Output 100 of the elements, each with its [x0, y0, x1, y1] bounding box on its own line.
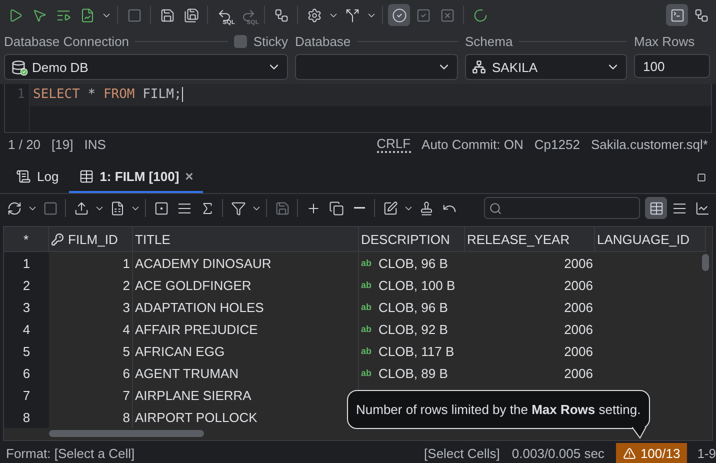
cell-text: CLOB, 92 B: [378, 322, 448, 336]
table-cell: AFFAIR PREJUDICE: [133, 318, 359, 340]
save-icon: [274, 200, 290, 216]
cursor-offset: [19]: [52, 136, 74, 152]
tooltip-pointer: [632, 427, 648, 439]
column-title: FILM_ID: [68, 232, 118, 246]
warning-icon: [623, 446, 636, 460]
diagram-icon: [274, 8, 288, 22]
branch-icon: [344, 8, 360, 22]
rollback-icon: [440, 8, 454, 22]
scrollbar-thumb[interactable]: [702, 254, 709, 271]
commit-icon: [416, 8, 430, 22]
save-all-icon: [184, 8, 198, 22]
copy-icon: [328, 200, 344, 216]
script-run-icon: [56, 8, 70, 22]
table-cell: AFRICAN EGG: [133, 340, 359, 362]
row-number: 8: [4, 406, 49, 428]
plan-run-icon: [80, 8, 94, 22]
scroll-icon: [16, 168, 31, 184]
row-number: 7: [4, 384, 49, 406]
table-cell: AGENT TRUMAN: [133, 362, 359, 384]
table-cell: ADAPTATION HOLES: [133, 296, 359, 318]
insert-mode: INS: [84, 136, 106, 152]
run-icon: [8, 8, 22, 22]
maximize-icon[interactable]: [697, 172, 706, 182]
table-cell: ACE GOLDFINGER: [133, 274, 359, 296]
settings-icon: [306, 8, 322, 22]
terminal-button[interactable]: [666, 4, 688, 26]
row-number: 1: [4, 252, 49, 274]
terminal-icon: [670, 8, 684, 22]
line-ending[interactable]: CRLF: [376, 136, 411, 152]
column-header[interactable]: *: [4, 227, 49, 252]
type-label: ab: [361, 280, 372, 290]
row-limit-warning[interactable]: 100/13: [616, 443, 688, 463]
text-icon: [176, 200, 192, 216]
stop-icon: [42, 200, 58, 216]
result-tab[interactable]: Log: [6, 161, 69, 193]
schema-icon: [472, 60, 486, 74]
stamp-icon: [418, 200, 434, 216]
diagram-icon: [694, 8, 708, 22]
type-label: ab: [361, 368, 372, 378]
type-label: ab: [361, 302, 372, 312]
ring-icon: [472, 8, 488, 22]
grid-icon: [78, 168, 94, 184]
type-label: ab: [361, 258, 372, 268]
schema-dropdown[interactable]: SAKILA: [465, 54, 627, 80]
cell-text: CLOB, 96 B: [378, 300, 448, 314]
row-range: 1-9: [697, 446, 716, 460]
type-label: ab: [361, 346, 372, 356]
auto-commit-icon: [392, 8, 406, 22]
field-label: Schema: [465, 34, 513, 48]
max-rows-field[interactable]: 100: [634, 54, 710, 78]
auto-commit-button[interactable]: [388, 4, 410, 26]
grid-view-button[interactable]: [645, 197, 667, 219]
file-name: Sakila.customer.sql*: [590, 136, 708, 152]
add-icon: [306, 200, 320, 216]
cursor-position: 1 / 20: [8, 136, 41, 152]
result-tab[interactable]: 1: FILM [100] ×: [68, 161, 204, 193]
export-icon: [74, 200, 88, 216]
scrollbar-thumb[interactable]: [49, 430, 204, 437]
checkbox-label: Sticky: [253, 34, 288, 48]
save-icon: [160, 8, 174, 22]
encoding[interactable]: Cp1252: [534, 136, 580, 152]
text-icon: [672, 200, 686, 216]
grid-icon: [648, 200, 664, 216]
close-icon[interactable]: ×: [185, 168, 194, 184]
column-header[interactable]: DESCRIPTION: [359, 227, 465, 252]
row-number: 2: [4, 274, 49, 296]
column-header[interactable]: RELEASE_YEAR: [465, 227, 595, 252]
cell-text: CLOB, 100 B: [378, 278, 456, 292]
filter-icon: [230, 200, 246, 216]
column-header[interactable]: TITLE: [133, 227, 359, 252]
search-field[interactable]: [484, 197, 640, 219]
chart-icon: [694, 200, 710, 216]
selection-status: [Select Cells]: [424, 446, 500, 460]
table-cell: ACADEMY DINOSAUR: [133, 252, 359, 274]
row-number: 4: [4, 318, 49, 340]
refresh-icon: [6, 200, 22, 216]
connection-dropdown[interactable]: Demo DB: [4, 54, 288, 80]
row-number: 5: [4, 340, 49, 362]
column-header[interactable]: FILM_ID: [49, 227, 133, 252]
timing-status: 0.003/0.005 sec: [512, 446, 604, 460]
database-icon: [11, 60, 26, 74]
type-label: ab: [361, 324, 372, 334]
field-label: Database Connection: [4, 34, 130, 48]
cell-text: CLOB, 96 B: [378, 256, 448, 270]
cell-text: CLOB, 117 B: [378, 344, 454, 358]
sticky-checkbox[interactable]: [234, 34, 248, 48]
column-header[interactable]: LANGUAGE_ID: [595, 227, 706, 252]
row-number: 3: [4, 296, 49, 318]
cell-text: CLOB, 89 B: [378, 366, 448, 380]
sheet-icon: [110, 200, 124, 216]
auto-commit-status[interactable]: Auto Commit: ON: [422, 136, 524, 152]
field-label: Max Rows: [634, 34, 695, 48]
cursor-run-icon: [32, 8, 46, 22]
row-number: 6: [4, 362, 49, 384]
format-status: Format: [Select a Cell]: [6, 446, 135, 460]
edit-icon: [382, 200, 398, 216]
search-icon: [489, 202, 502, 214]
record-icon: [154, 200, 168, 216]
